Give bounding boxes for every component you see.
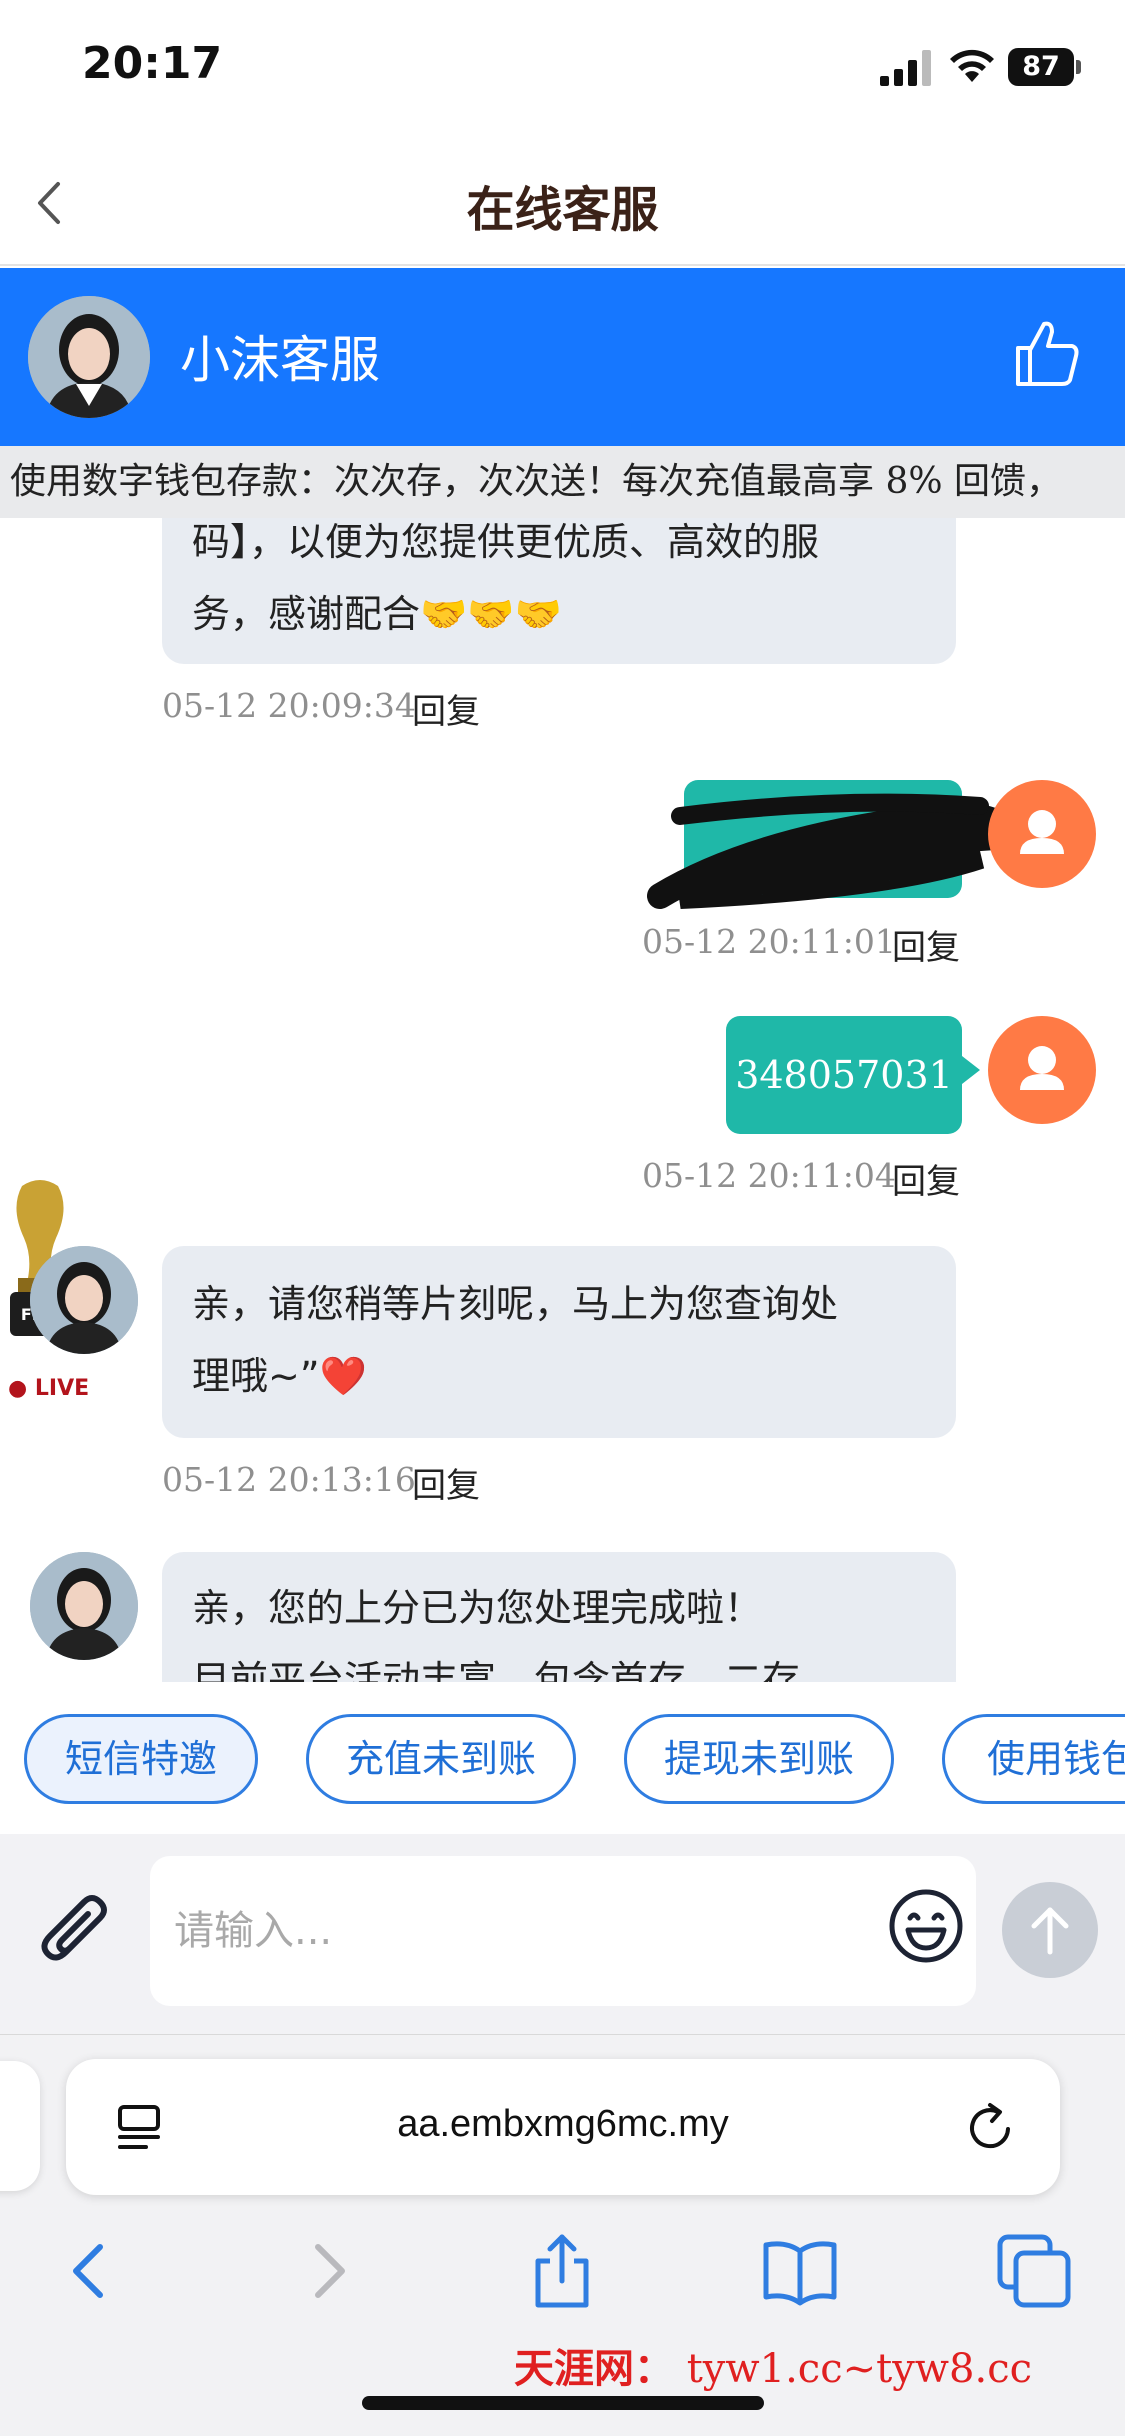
agent-banner: 小沫客服 bbox=[0, 268, 1125, 446]
watermark: 天涯网： tyw1.cc~tyw8.cc bbox=[514, 2336, 1032, 2394]
quick-reply-sms-invite[interactable]: 短信特邀 bbox=[24, 1714, 258, 1804]
url-text: aa.embxmg6mc.my bbox=[397, 2103, 729, 2145]
message-line: 目前平台活动丰富，包含首存、二存 bbox=[192, 1658, 801, 1682]
quick-reply-withdraw-missing[interactable]: 提现未到账 bbox=[624, 1714, 894, 1804]
thumbs-up-icon[interactable] bbox=[1014, 318, 1080, 388]
reply-link[interactable]: 回复 bbox=[892, 1154, 960, 1203]
nav-header: 在线客服 bbox=[0, 140, 1125, 266]
message-line: 码】，以便为您提供更优质、高效的服 bbox=[192, 520, 820, 564]
user-message-bubble: 348057031 bbox=[726, 1016, 980, 1134]
message-line: 亲，您的上分已为您处理完成啦！ bbox=[192, 1586, 763, 1630]
agent-avatar bbox=[28, 296, 150, 418]
status-time: 20:17 bbox=[82, 38, 223, 89]
agent-message-bubble: 码】，以便为您提供更优质、高效的服 务，感谢配合🤝🤝🤝 bbox=[162, 518, 956, 664]
cellular-signal-icon bbox=[880, 50, 931, 86]
reply-link[interactable]: 回复 bbox=[892, 920, 960, 969]
emoji-icon[interactable] bbox=[886, 1886, 966, 1966]
battery-tip bbox=[1076, 60, 1081, 74]
agent-avatar bbox=[30, 1552, 138, 1660]
battery-level: 87 bbox=[1008, 48, 1074, 86]
home-indicator[interactable] bbox=[362, 2396, 764, 2410]
reload-icon[interactable] bbox=[964, 2099, 1018, 2155]
reply-link[interactable]: 回复 bbox=[412, 684, 480, 733]
tabs-icon[interactable] bbox=[994, 2231, 1074, 2311]
watermark-domains: tyw1.cc~tyw8.cc bbox=[686, 2346, 1032, 2392]
address-bar[interactable]: aa.embxmg6mc.my bbox=[66, 2059, 1060, 2195]
arrow-up-icon bbox=[1031, 1907, 1069, 1955]
share-icon[interactable] bbox=[522, 2231, 602, 2311]
battery-indicator: 87 bbox=[1008, 48, 1081, 86]
agent-avatar bbox=[30, 1246, 138, 1354]
redaction-scribble bbox=[647, 793, 1020, 909]
message-line: 理哦~”❤️ bbox=[192, 1354, 367, 1398]
live-label: LIVE bbox=[34, 1376, 90, 1401]
message-timestamp: 05-12 20:13:16 bbox=[162, 1460, 416, 1499]
message-line: 务，感谢配合🤝🤝🤝 bbox=[192, 592, 562, 636]
reply-link[interactable]: 回复 bbox=[412, 1458, 480, 1507]
user-avatar bbox=[988, 1016, 1096, 1124]
message-timestamp: 05-12 20:11:04 bbox=[642, 1156, 896, 1195]
agent-message-bubble: 亲，您的上分已为您处理完成啦！ 目前平台活动丰富，包含首存、二存 bbox=[162, 1552, 956, 1682]
bookmarks-icon[interactable] bbox=[760, 2231, 840, 2311]
watermark-site: 天涯网： bbox=[514, 2345, 674, 2392]
quick-reply-use-wallet[interactable]: 使用钱包 bbox=[942, 1714, 1125, 1804]
agent-message-bubble: 亲，请您稍等片刻呢，马上为您查询处 理哦~”❤️ bbox=[162, 1246, 956, 1438]
wifi-icon bbox=[950, 49, 994, 82]
message-input[interactable] bbox=[150, 1856, 976, 2006]
message-timestamp: 05-12 20:11:01 bbox=[642, 922, 896, 961]
chat-messages[interactable]: 码】，以便为您提供更优质、高效的服 务，感谢配合🤝🤝🤝 05-12 20:09:… bbox=[0, 518, 1125, 1682]
page-title: 在线客服 bbox=[466, 182, 659, 238]
send-button[interactable] bbox=[1002, 1882, 1098, 1978]
quick-reply-bar: 短信特邀 充值未到账 提现未到账 使用钱包 bbox=[0, 1682, 1125, 1834]
message-line: 亲，请您稍等片刻呢，马上为您查询处 bbox=[192, 1282, 839, 1326]
message-input-bar bbox=[0, 1834, 1125, 2034]
quick-reply-deposit-missing[interactable]: 充值未到账 bbox=[306, 1714, 576, 1804]
status-bar: 20:17 87 bbox=[0, 0, 1125, 140]
announcement-marquee: 使用数字钱包存款：次次存，次次送！每次充值最高享 8% 回馈， bbox=[0, 446, 1125, 518]
agent-name: 小沫客服 bbox=[180, 331, 380, 389]
message-timestamp: 05-12 20:09:34 bbox=[162, 686, 416, 725]
browser-forward-icon[interactable] bbox=[290, 2231, 370, 2311]
live-indicator: ● LIVE bbox=[8, 1376, 90, 1401]
user-avatar bbox=[988, 780, 1096, 888]
previous-tab-peek[interactable] bbox=[0, 2061, 40, 2191]
browser-back-icon[interactable] bbox=[48, 2231, 128, 2311]
attachment-icon[interactable] bbox=[36, 1890, 116, 1976]
